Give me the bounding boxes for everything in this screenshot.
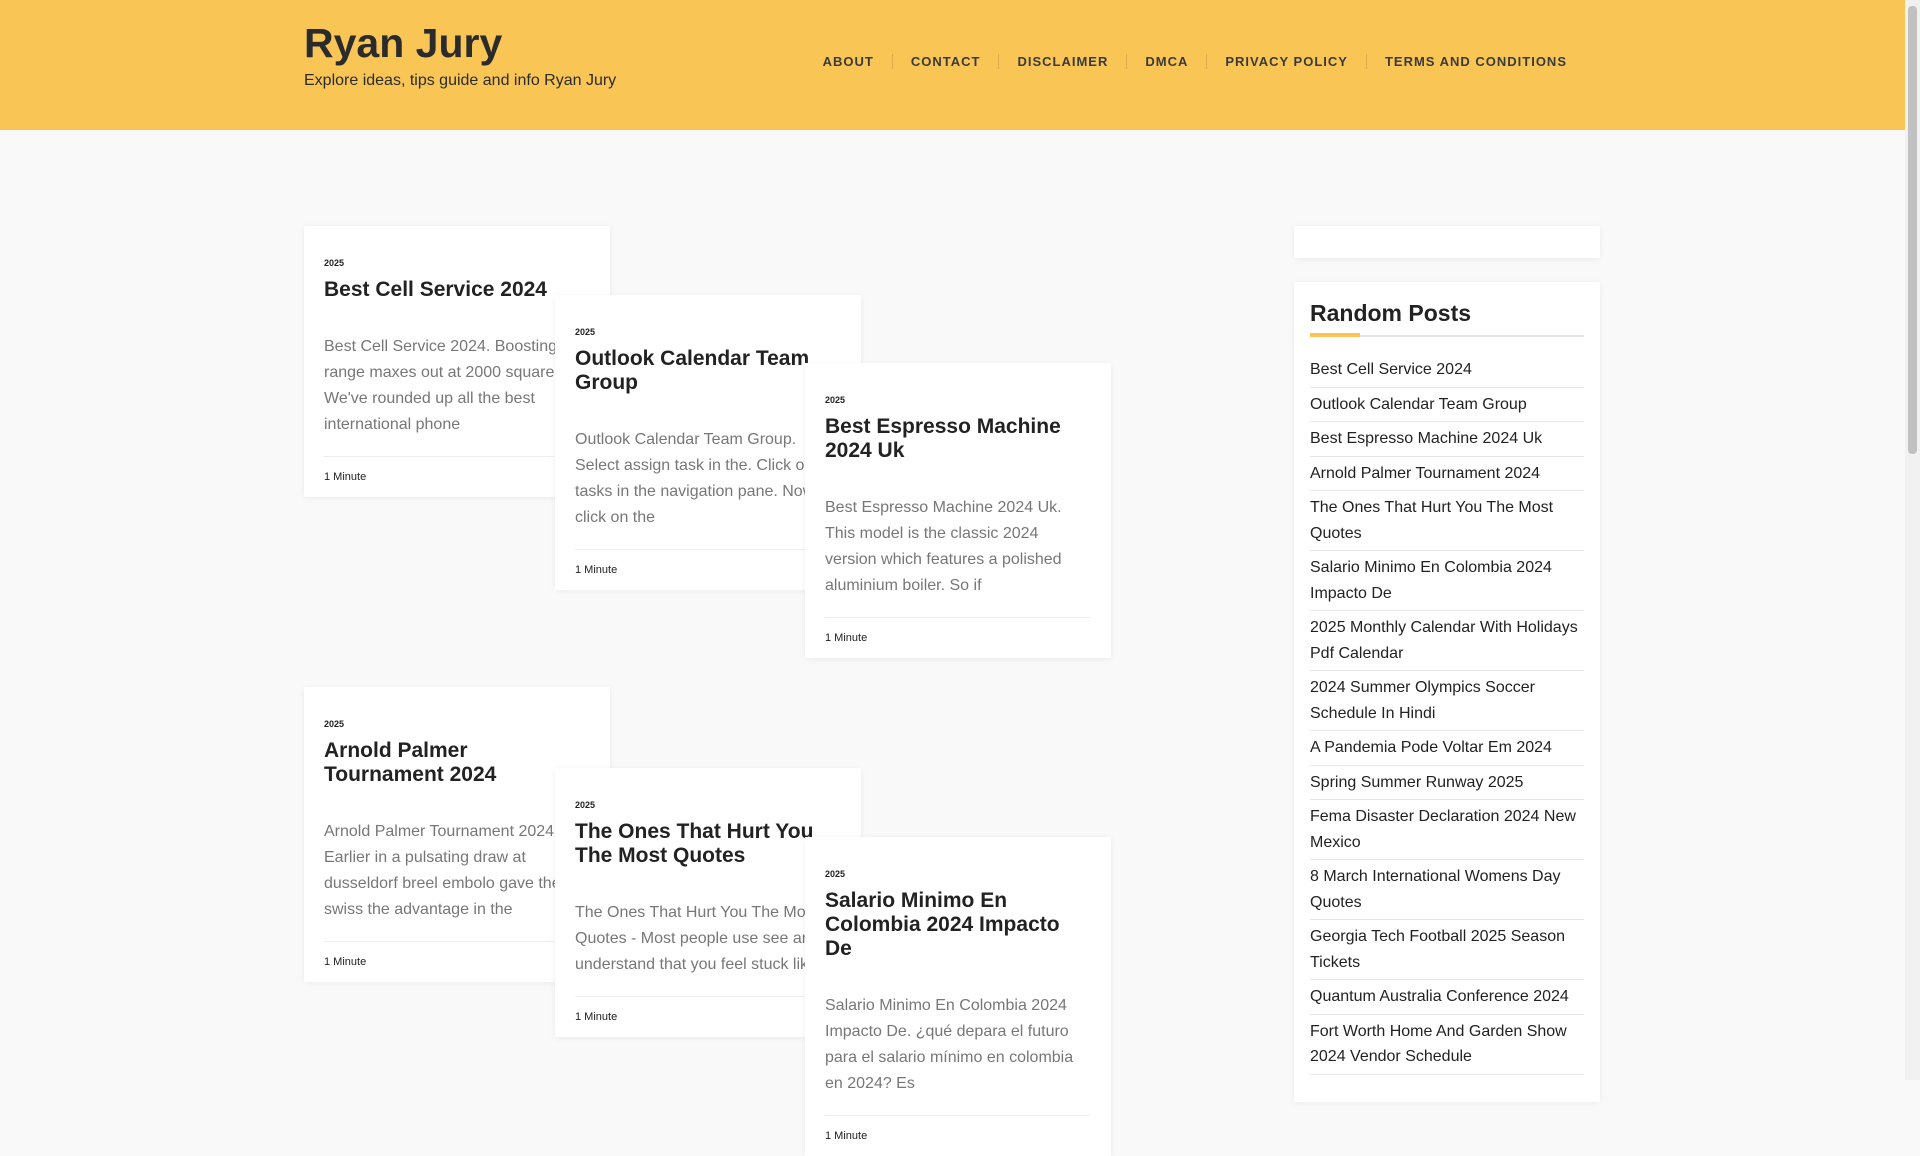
post-category[interactable]: 2025	[324, 258, 590, 268]
post-category[interactable]: 2025	[575, 327, 841, 337]
post-read-time: 1 Minute	[324, 456, 590, 497]
post-read-time: 1 Minute	[575, 996, 841, 1037]
random-post-link[interactable]: A Pandemia Pode Voltar Em 2024	[1310, 731, 1584, 766]
post-title[interactable]: Salario Minimo En Colombia 2024 Impacto …	[825, 889, 1091, 961]
random-post-link[interactable]: Quantum Australia Conference 2024	[1310, 980, 1584, 1015]
random-post-link[interactable]: Fort Worth Home And Garden Show 2024 Ven…	[1310, 1015, 1584, 1075]
random-post-link[interactable]: Outlook Calendar Team Group	[1310, 388, 1584, 422]
random-post-link[interactable]: Salario Minimo En Colombia 2024 Impacto …	[1310, 551, 1584, 611]
random-posts-title: Random Posts	[1310, 300, 1584, 337]
random-post-link[interactable]: Georgia Tech Football 2025 Season Ticket…	[1310, 920, 1584, 980]
post-read-time: 1 Minute	[324, 941, 590, 982]
post-category[interactable]: 2025	[324, 719, 590, 729]
post-category[interactable]: 2025	[825, 869, 1091, 879]
post-read-time: 1 Minute	[575, 549, 841, 590]
post-excerpt: Best Espresso Machine 2024 Uk. This mode…	[825, 499, 1062, 594]
main-nav: ABOUT CONTACT DISCLAIMER DMCA PRIVACY PO…	[805, 54, 1585, 69]
nav-terms-and-conditions[interactable]: TERMS AND CONDITIONS	[1365, 54, 1585, 69]
site-header: Ryan Jury Explore ideas, tips guide and …	[0, 0, 1905, 130]
post-excerpt: Salario Minimo En Colombia 2024 Impacto …	[825, 997, 1074, 1092]
post-title[interactable]: Best Cell Service 2024	[324, 278, 590, 302]
random-post-link[interactable]: 2025 Monthly Calendar With Holidays Pdf …	[1310, 611, 1584, 671]
post-title[interactable]: The Ones That Hurt You The Most Quotes	[575, 820, 841, 868]
nav-about[interactable]: ABOUT	[805, 54, 892, 69]
nav-disclaimer[interactable]: DISCLAIMER	[998, 54, 1126, 69]
post-card: 2025 Best Espresso Machine 2024 Uk Best …	[805, 363, 1111, 658]
post-excerpt: Best Cell Service 2024. Boosting range m…	[324, 338, 559, 433]
random-post-link[interactable]: Fema Disaster Declaration 2024 New Mexic…	[1310, 800, 1584, 860]
nav-privacy-policy[interactable]: PRIVACY POLICY	[1206, 54, 1366, 69]
post-title[interactable]: Best Espresso Machine 2024 Uk	[825, 415, 1091, 463]
post-card: 2025 Salario Minimo En Colombia 2024 Imp…	[805, 837, 1111, 1156]
random-post-link[interactable]: Best Cell Service 2024	[1310, 357, 1584, 388]
post-category[interactable]: 2025	[575, 800, 841, 810]
post-read-time: 1 Minute	[825, 617, 1091, 658]
random-post-link[interactable]: Best Espresso Machine 2024 Uk	[1310, 422, 1584, 457]
site-title[interactable]: Ryan Jury	[304, 20, 502, 67]
random-post-link[interactable]: 8 March International Womens Day Quotes	[1310, 860, 1584, 920]
post-excerpt: Outlook Calendar Team Group. Select assi…	[575, 431, 815, 526]
post-category[interactable]: 2025	[825, 395, 1091, 405]
post-excerpt: Arnold Palmer Tournament 2024. Earlier i…	[324, 823, 561, 918]
nav-contact[interactable]: CONTACT	[891, 54, 999, 69]
post-title[interactable]: Outlook Calendar Team Group	[575, 347, 841, 395]
nav-dmca[interactable]: DMCA	[1126, 54, 1206, 69]
post-read-time: 1 Minute	[825, 1115, 1091, 1156]
page-scrollbar-thumb[interactable]	[1908, 6, 1917, 454]
random-post-link[interactable]: 2024 Summer Olympics Soccer Schedule In …	[1310, 671, 1584, 731]
random-post-link[interactable]: Arnold Palmer Tournament 2024	[1310, 457, 1584, 491]
sidebar-empty-widget	[1294, 226, 1600, 258]
random-post-link[interactable]: Spring Summer Runway 2025	[1310, 766, 1584, 800]
post-excerpt: The Ones That Hurt You The Most Quotes -…	[575, 904, 820, 973]
random-post-link[interactable]: The Ones That Hurt You The Most Quotes	[1310, 491, 1584, 551]
random-posts-widget: Random Posts Best Cell Service 2024 Outl…	[1294, 282, 1600, 1102]
random-posts-list: Best Cell Service 2024 Outlook Calendar …	[1310, 357, 1584, 1075]
post-title[interactable]: Arnold Palmer Tournament 2024	[324, 739, 590, 787]
site-tagline: Explore ideas, tips guide and info Ryan …	[304, 72, 617, 89]
